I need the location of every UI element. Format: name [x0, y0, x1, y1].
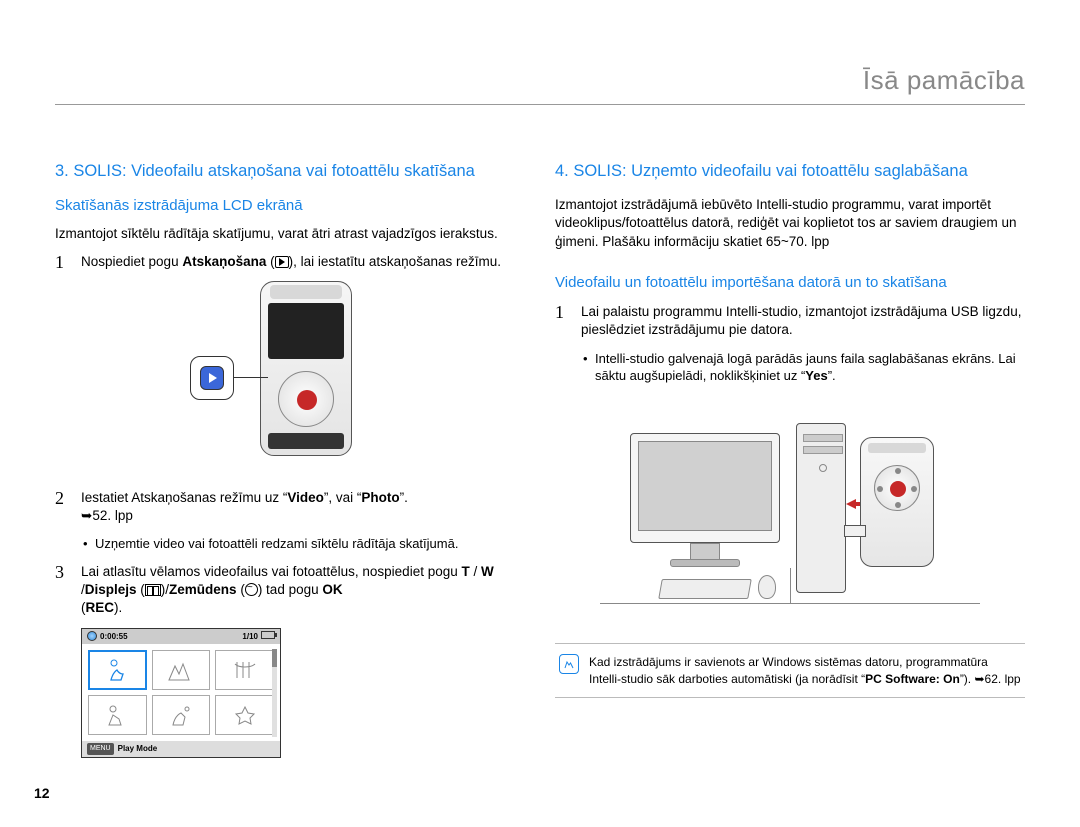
step3-item3: 3 Lai atlasītu vēlamos videofailus vai f…	[55, 563, 525, 618]
text-bold: Displejs	[85, 582, 137, 597]
keyboard-mouse-icon	[660, 575, 780, 603]
page-ref: 62. lpp	[985, 672, 1021, 686]
text-frag: ”).	[960, 672, 975, 686]
thumb-grid	[82, 644, 280, 741]
step4-item1-bullets: Intelli-studio galvenajā logā parādās ja…	[583, 350, 1025, 385]
step4-title: 4. SOLIS: Uzņemto videofailu vai fotoatt…	[555, 160, 1025, 182]
note-icon	[559, 654, 579, 674]
monitor-icon	[630, 433, 780, 573]
step3-item2-bullets: Uzņemtie video vai fotoattēli redzami sī…	[83, 535, 525, 553]
text-bold: T	[462, 564, 470, 579]
thumb-count: 1/10	[242, 632, 258, 641]
header-title: Īsā pamācība	[55, 65, 1025, 96]
page-header: Īsā pamācība	[55, 65, 1025, 135]
playback-icon	[275, 256, 289, 268]
step3-item1: 1 Nospiediet pogu Atskaņošana (), lai ie…	[55, 253, 525, 271]
note-text: Kad izstrādājums ir savienots ar Windows…	[589, 654, 1021, 688]
text-bold: W	[481, 564, 494, 579]
step3-intro: Izmantojot sīktēlu rādītāja skatījumu, v…	[55, 225, 525, 243]
bullet-item: Intelli-studio galvenajā logā parādās ja…	[583, 350, 1025, 385]
text-frag: ”, vai “	[324, 490, 362, 505]
step3-item1-text: Nospiediet pogu Atskaņošana (), lai iest…	[81, 253, 525, 271]
text-bold: Zemūdens	[169, 582, 237, 597]
step3-item3-text: Lai atlasītu vēlamos videofailus vai fot…	[81, 563, 525, 618]
list-number: 1	[555, 303, 571, 339]
manual-page: Īsā pamācība 3. SOLIS: Videofailu atskaņ…	[0, 0, 1080, 827]
text-frag: ) tad pogu	[258, 582, 323, 597]
display-icon	[145, 584, 161, 596]
text-frag: Lai atlasītu vēlamos videofailus vai fot…	[81, 564, 462, 579]
pc-connection-illustration	[555, 403, 1025, 623]
step4-intro: Izmantojot izstrādājumā iebūvēto Intelli…	[555, 196, 1025, 251]
thumb-cell	[152, 650, 211, 690]
step4-subhead: Videofailu un fotoattēlu importēšana dat…	[555, 273, 1025, 293]
step3-list-cont: 2 Iestatiet Atskaņošanas režīmu uz “Vide…	[55, 489, 525, 525]
underwater-icon	[245, 583, 258, 596]
text-frag: Nospiediet pogu	[81, 254, 182, 269]
step3-subhead: Skatīšanās izstrādājuma LCD ekrānā	[55, 196, 525, 216]
text-bold: Photo	[361, 490, 399, 505]
page-number: 12	[34, 785, 50, 801]
content-columns: 3. SOLIS: Videofailu atskaņošana vai fot…	[55, 160, 1025, 758]
text-frag: ”.	[828, 368, 836, 383]
pc-tower-icon	[796, 423, 846, 593]
list-number: 1	[55, 253, 71, 271]
play-icon	[200, 366, 224, 390]
text-frag: ).	[114, 600, 122, 615]
text-frag: (	[137, 582, 145, 597]
battery-icon	[261, 631, 275, 639]
step3-title: 3. SOLIS: Videofailu atskaņošana vai fot…	[55, 160, 525, 182]
usb-plug-icon	[844, 525, 866, 537]
bullet-item: Uzņemtie video vai fotoattēli redzami sī…	[83, 535, 525, 553]
playback-button-callout	[190, 356, 234, 400]
step3-list-cont2: 3 Lai atlasītu vēlamos videofailus vai f…	[55, 563, 525, 618]
thumb-time: 0:00:55	[100, 632, 128, 641]
text-bold: OK	[322, 582, 342, 597]
step4-item1: 1 Lai palaistu programmu Intelli-studio,…	[555, 303, 1025, 339]
text-bold: REC	[86, 600, 115, 615]
text-frag: )/	[161, 582, 169, 597]
thumb-mode-label: Play Mode	[118, 744, 158, 755]
step3-item2: 2 Iestatiet Atskaņošanas režīmu uz “Vide…	[55, 489, 525, 525]
text-frag: , lai iestatītu atskaņošanas režīmu.	[293, 254, 501, 269]
thumb-cell-selected	[88, 650, 147, 690]
step3-list: 1 Nospiediet pogu Atskaņošana (), lai ie…	[55, 253, 525, 271]
globe-icon	[87, 631, 97, 641]
header-rule	[55, 104, 1025, 105]
right-column: 4. SOLIS: Uzņemto videofailu vai fotoatt…	[555, 160, 1025, 758]
thumb-cell	[215, 695, 274, 735]
step4-list: 1 Lai palaistu programmu Intelli-studio,…	[555, 303, 1025, 339]
camera-illustration	[55, 281, 525, 471]
text-frag: ”.	[400, 490, 408, 505]
thumb-bottombar: MENU Play Mode	[82, 741, 280, 756]
thumb-cell	[88, 695, 147, 735]
thumb-scrollbar	[272, 649, 277, 737]
text-bold: Video	[287, 490, 324, 505]
note-box: Kad izstrādājums ir savienots ar Windows…	[555, 643, 1025, 699]
page-ref: 52. lpp	[92, 508, 133, 523]
menu-chip: MENU	[87, 743, 114, 754]
text-frag: (	[237, 582, 245, 597]
thumb-cell	[215, 650, 274, 690]
thumbnail-screen-illustration: 0:00:55 1/10 MENU Play Mode	[81, 628, 281, 758]
text-bold: Atskaņošana	[182, 254, 266, 269]
thumb-statusbar: 0:00:55 1/10	[82, 629, 280, 645]
thumb-cell	[152, 695, 211, 735]
text-frag: Iestatiet Atskaņošanas režīmu uz “	[81, 490, 287, 505]
text-frag: /	[470, 564, 481, 579]
left-column: 3. SOLIS: Videofailu atskaņošana vai fot…	[55, 160, 525, 758]
text-bold: Yes	[805, 368, 827, 383]
connect-arrow-icon	[846, 499, 856, 509]
list-number: 2	[55, 489, 71, 525]
step4-item1-text: Lai palaistu programmu Intelli-studio, i…	[581, 303, 1025, 339]
text-bold: PC Software: On	[865, 672, 960, 686]
list-number: 3	[55, 563, 71, 618]
camera-icon	[860, 437, 950, 567]
step3-item2-text: Iestatiet Atskaņošanas režīmu uz “Video”…	[81, 489, 525, 525]
